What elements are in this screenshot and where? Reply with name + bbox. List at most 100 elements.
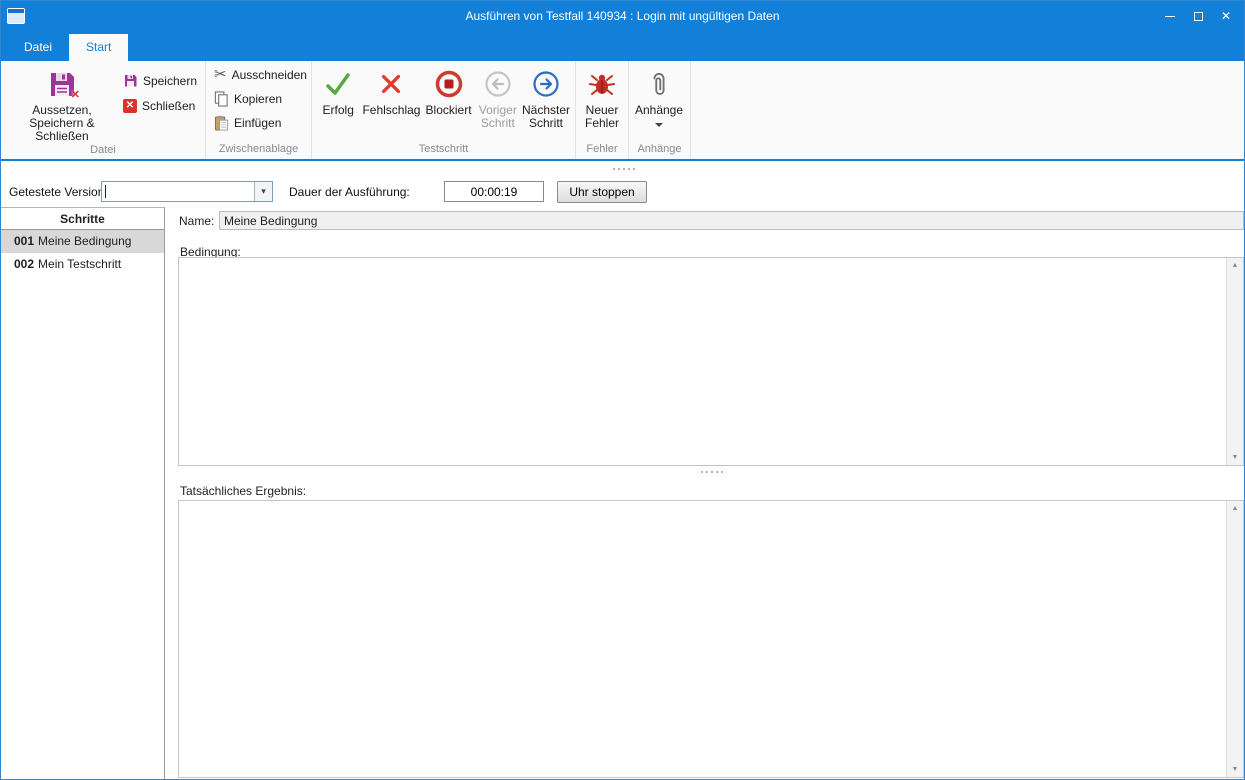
step-item-002[interactable]: 002 Mein Testschritt [1,253,164,276]
next-step-icon [531,67,561,101]
suspend-save-close-button[interactable]: ✕ Aussetzen, Speichern & Schließen [5,64,119,143]
group-label-testschritt: Testschritt [312,142,575,159]
tab-start[interactable]: Start [69,34,128,61]
paste-icon [214,115,229,131]
scissors-icon: ✂ [214,67,227,83]
save-close-icon: ✕ [47,67,77,101]
group-anhaenge-content: Anhänge [629,61,690,142]
maximize-button[interactable] [1184,1,1212,31]
step-label: Mein Testschritt [38,257,121,271]
ribbon-group-testschritt: Erfolg Fehlschlag Blocki [312,61,576,159]
speichern-button[interactable]: Speichern [119,70,201,91]
step-number: 002 [14,257,34,271]
maximize-icon [1194,12,1203,21]
naechster-schritt-label: Nächster Schritt [522,104,570,130]
group-label-zwischenablage: Zwischenablage [206,142,311,159]
kopieren-label: Kopieren [234,92,282,106]
success-check-icon [324,67,352,101]
close-red-icon: ✕ [123,99,137,113]
speichern-label: Speichern [143,74,197,88]
group-zw-content: ✂ Ausschneiden Kopieren [206,61,311,142]
suspend-save-close-label: Aussetzen, Speichern & Schließen [8,104,116,143]
blocked-stop-icon [434,67,464,101]
dauer-value-input[interactable] [444,181,544,202]
app-window: { "window": { "title": "Ausführen von Te… [0,0,1245,780]
window-controls: ✕ [1156,1,1240,31]
chevron-down-icon[interactable] [655,123,663,127]
tatsaechliches-ergebnis-label: Tatsächliches Ergebnis: [180,484,306,498]
ribbon: ✕ Aussetzen, Speichern & Schließen Speic… [1,61,1244,161]
name-field[interactable] [219,211,1244,230]
voriger-schritt-button[interactable]: Voriger Schritt [475,64,521,130]
ribbon-group-zwischenablage: ✂ Ausschneiden Kopieren [206,61,312,159]
schliessen-button[interactable]: ✕ Schließen [119,95,201,116]
datei-small-buttons: Speichern ✕ Schließen [119,70,201,116]
scroll-up-icon[interactable]: ▲ [1232,501,1239,516]
getestete-version-label: Getestete Version: [9,182,108,202]
window-title: Ausführen von Testfall 140934 : Login mi… [1,9,1244,23]
dauer-label: Dauer der Ausführung: [289,182,410,202]
fehlschlag-button[interactable]: Fehlschlag [360,64,422,117]
step-detail-panel: Name: Bedingung: ▲ ▼ Tatsächliches Ergeb… [177,207,1244,779]
title-bar: Ausführen von Testfall 140934 : Login mi… [1,1,1244,31]
combobox-dropdown-arrow-icon[interactable]: ▾ [254,182,272,201]
group-test-content: Erfolg Fehlschlag Blocki [312,61,575,142]
group-label-datei: Datei [1,143,205,159]
close-badge-icon: ✕ [71,89,80,102]
voriger-schritt-label: Voriger Schritt [478,104,518,130]
copy-icon [214,91,229,107]
bug-icon [589,67,615,101]
fail-x-icon [378,67,404,101]
steps-panel: Schritte 001 Meine Bedingung 002 Mein Test… [1,207,165,779]
ergebnis-textarea[interactable]: ▲ ▼ [178,500,1244,778]
kopieren-button[interactable]: Kopieren [210,88,307,109]
group-fehler-content: Neuer Fehler [576,61,628,142]
ausschneiden-button[interactable]: ✂ Ausschneiden [210,64,307,85]
blockiert-label: Blockiert [426,104,472,117]
minimize-icon [1165,16,1175,17]
step-item-001[interactable]: 001 Meine Bedingung [1,230,164,253]
ausschneiden-label: Ausschneiden [232,68,307,82]
erfolg-button[interactable]: Erfolg [316,64,360,117]
ribbon-tab-row: Datei Start [1,31,1244,61]
splitter-grip[interactable] [701,471,723,473]
ribbon-collapse-grip[interactable] [613,168,635,170]
previous-step-icon [483,67,513,101]
ribbon-group-datei: ✕ Aussetzen, Speichern & Schließen Speic… [1,61,206,159]
floppy-disk-icon [123,73,138,88]
minimize-button[interactable] [1156,1,1184,31]
name-label: Name: [179,214,214,228]
combobox-text [102,182,254,201]
bedingung-textarea[interactable]: ▲ ▼ [178,257,1244,466]
bedingung-scrollbar[interactable]: ▲ ▼ [1226,258,1243,465]
einfuegen-label: Einfügen [234,116,281,130]
erfolg-label: Erfolg [323,104,354,117]
ergebnis-scrollbar[interactable]: ▲ ▼ [1226,501,1243,777]
fehlschlag-label: Fehlschlag [362,104,420,117]
scroll-down-icon[interactable]: ▼ [1232,762,1239,777]
einfuegen-button[interactable]: Einfügen [210,112,307,133]
execution-toolbar: Getestete Version: ▾ Dauer der Ausführun… [1,181,1244,205]
scroll-down-icon[interactable]: ▼ [1232,450,1239,465]
step-label: Meine Bedingung [38,234,131,248]
close-button[interactable]: ✕ [1212,1,1240,31]
text-caret [105,185,106,198]
blockiert-button[interactable]: Blockiert [422,64,474,117]
schliessen-label: Schließen [142,99,195,113]
ribbon-group-anhaenge: Anhänge Anhänge [629,61,691,159]
step-number: 001 [14,234,34,248]
getestete-version-combobox[interactable]: ▾ [101,181,273,202]
neuer-fehler-label: Neuer Fehler [583,104,621,130]
group-label-fehler: Fehler [576,142,628,159]
uhr-stoppen-button[interactable]: Uhr stoppen [557,181,647,203]
tab-datei[interactable]: Datei [7,34,69,61]
anhaenge-label: Anhänge [635,104,683,117]
anhaenge-button[interactable]: Anhänge [633,64,685,127]
scroll-up-icon[interactable]: ▲ [1232,258,1239,273]
paperclip-icon [648,67,670,101]
neuer-fehler-button[interactable]: Neuer Fehler [580,64,624,130]
group-label-anhaenge: Anhänge [629,142,690,159]
group-datei-content: ✕ Aussetzen, Speichern & Schließen Speic… [1,61,205,143]
naechster-schritt-button[interactable]: Nächster Schritt [521,64,571,130]
steps-header: Schritte [1,208,164,230]
